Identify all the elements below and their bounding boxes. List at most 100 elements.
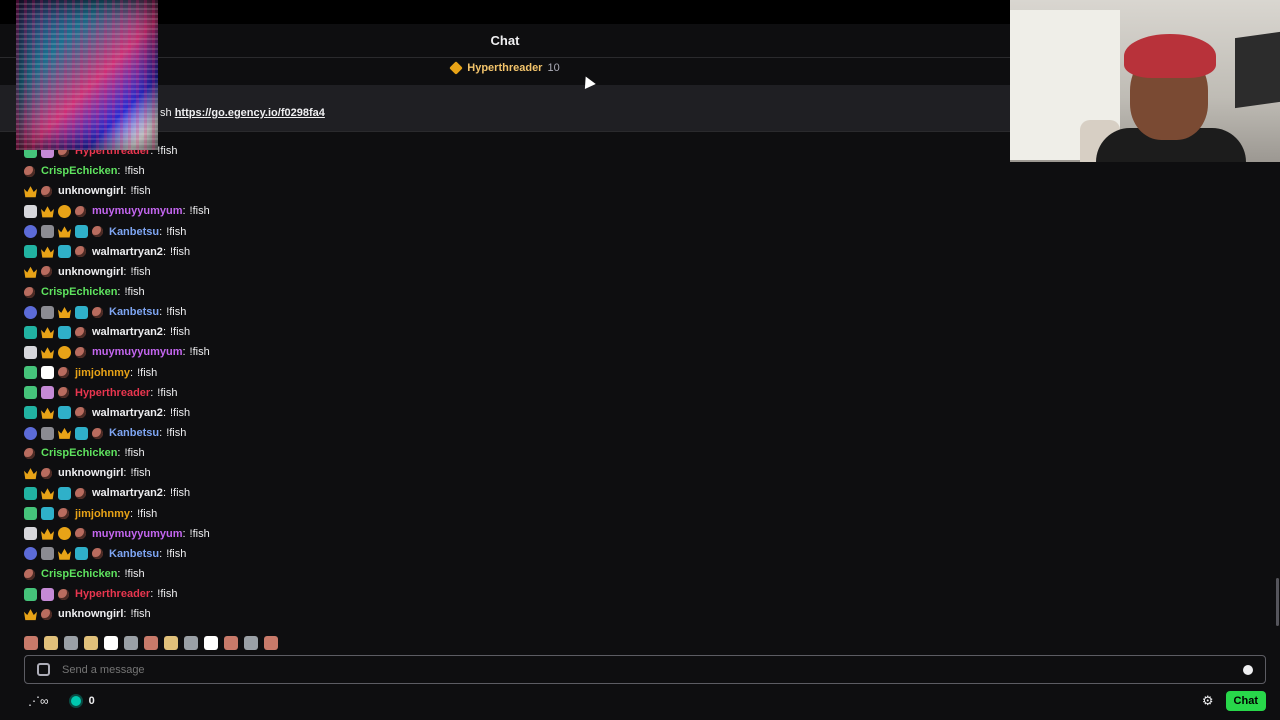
- sub-teal-badge-icon[interactable]: [24, 406, 37, 420]
- crown-badge-icon[interactable]: [58, 226, 71, 238]
- message-username[interactable]: muymuyyumyum: [92, 346, 182, 358]
- chat-message[interactable]: CrispEchicken: !fish: [24, 564, 1004, 584]
- green-badge-icon[interactable]: [24, 366, 37, 380]
- sparkle-badge-icon[interactable]: [58, 245, 71, 259]
- gift-badge-icon[interactable]: [41, 587, 54, 601]
- cat-badge-icon[interactable]: [24, 204, 37, 218]
- chat-message[interactable]: walmartryan2: !fish: [24, 242, 1004, 262]
- chat-message[interactable]: unknowngirl: !fish: [24, 181, 1004, 201]
- chat-message[interactable]: muymuyyumyum: !fish: [24, 201, 1004, 221]
- message-username[interactable]: CrispEchicken: [41, 286, 117, 298]
- message-username[interactable]: walmartryan2: [92, 487, 163, 499]
- chat-send-button[interactable]: Chat: [1225, 691, 1266, 711]
- message-username[interactable]: CrispEchicken: [41, 165, 117, 177]
- crown-badge-icon[interactable]: [58, 548, 71, 560]
- chat-message[interactable]: walmartryan2: !fish: [24, 483, 1004, 503]
- chat-input-box[interactable]: [24, 655, 1266, 684]
- crown-badge-icon[interactable]: [41, 327, 54, 339]
- chat-message[interactable]: Kanbetsu: !fish: [24, 423, 1004, 443]
- cat-badge-icon[interactable]: [24, 527, 37, 541]
- chat-message[interactable]: unknowngirl: !fish: [24, 262, 1004, 282]
- channel-points-icon[interactable]: [70, 696, 81, 706]
- message-username[interactable]: jimjohnmy: [75, 367, 130, 379]
- pinned-link[interactable]: https://go.egency.io/f0298fa4: [175, 107, 325, 119]
- chat-message[interactable]: jimjohnmy: !fish: [24, 363, 1004, 383]
- crown-badge-icon[interactable]: [24, 609, 37, 621]
- emote-icon[interactable]: [244, 636, 258, 650]
- crown-badge-icon[interactable]: [41, 347, 54, 359]
- chat-input[interactable]: [60, 662, 1243, 677]
- coin-badge-icon[interactable]: [58, 204, 71, 218]
- sparkle-badge-icon[interactable]: [75, 305, 88, 319]
- message-username[interactable]: Kanbetsu: [109, 226, 159, 238]
- sub-blue-badge-icon[interactable]: [24, 305, 37, 319]
- message-username[interactable]: Hyperthreader: [75, 387, 150, 399]
- sparkle-badge-icon[interactable]: [41, 507, 54, 521]
- gray-badge-icon[interactable]: [41, 305, 54, 319]
- green-badge-icon[interactable]: [24, 587, 37, 601]
- emote-icon[interactable]: [24, 636, 38, 650]
- emote-icon[interactable]: [184, 636, 198, 650]
- chat-message[interactable]: Kanbetsu: !fish: [24, 302, 1004, 322]
- gift-badge-icon[interactable]: [41, 386, 54, 400]
- gray-badge-icon[interactable]: [41, 547, 54, 561]
- sparkle-badge-icon[interactable]: [58, 325, 71, 339]
- emote-icon[interactable]: [44, 636, 58, 650]
- emote-icon[interactable]: [144, 636, 158, 650]
- message-username[interactable]: unknowngirl: [58, 467, 123, 479]
- crown-badge-icon[interactable]: [41, 407, 54, 419]
- crown-badge-icon[interactable]: [41, 246, 54, 258]
- chat-message[interactable]: walmartryan2: !fish: [24, 403, 1004, 423]
- chat-message[interactable]: walmartryan2: !fish: [24, 322, 1004, 342]
- message-username[interactable]: Kanbetsu: [109, 306, 159, 318]
- sub-teal-badge-icon[interactable]: [24, 325, 37, 339]
- emote-icon[interactable]: [104, 636, 118, 650]
- sparkle-badge-icon[interactable]: [75, 547, 88, 561]
- crown-badge-icon[interactable]: [58, 427, 71, 439]
- gray-badge-icon[interactable]: [41, 225, 54, 239]
- arrow-badge-icon[interactable]: [41, 366, 54, 380]
- bits-icon[interactable]: ⋰∞: [28, 694, 49, 708]
- chat-message-list[interactable]: Hyperthreader: !fish CrispEchicken: !fish un…: [24, 141, 1004, 624]
- crown-badge-icon[interactable]: [24, 186, 37, 198]
- emote-icon[interactable]: [224, 636, 238, 650]
- cat-badge-icon[interactable]: [24, 345, 37, 359]
- chat-message[interactable]: CrispEchicken: !fish: [24, 161, 1004, 181]
- emote-icon[interactable]: [84, 636, 98, 650]
- message-username[interactable]: jimjohnmy: [75, 508, 130, 520]
- message-username[interactable]: walmartryan2: [92, 407, 163, 419]
- sparkle-badge-icon[interactable]: [75, 426, 88, 440]
- green-badge-icon[interactable]: [24, 386, 37, 400]
- sparkle-badge-icon[interactable]: [75, 225, 88, 239]
- chat-message[interactable]: Hyperthreader: !fish: [24, 383, 1004, 403]
- crown-badge-icon[interactable]: [24, 266, 37, 278]
- message-username[interactable]: unknowngirl: [58, 608, 123, 620]
- crown-badge-icon[interactable]: [41, 528, 54, 540]
- chat-message[interactable]: Kanbetsu: !fish: [24, 222, 1004, 242]
- emote-icon[interactable]: [264, 636, 278, 650]
- chat-scrollbar[interactable]: [1276, 578, 1279, 626]
- message-username[interactable]: CrispEchicken: [41, 568, 117, 580]
- sparkle-badge-icon[interactable]: [58, 406, 71, 420]
- message-username[interactable]: CrispEchicken: [41, 447, 117, 459]
- message-username[interactable]: walmartryan2: [92, 246, 163, 258]
- chat-message[interactable]: CrispEchicken: !fish: [24, 282, 1004, 302]
- sub-blue-badge-icon[interactable]: [24, 547, 37, 561]
- message-username[interactable]: Kanbetsu: [109, 548, 159, 560]
- message-username[interactable]: unknowngirl: [58, 266, 123, 278]
- chat-message[interactable]: muymuyyumyum: !fish: [24, 524, 1004, 544]
- emote-strip[interactable]: [24, 634, 278, 652]
- sparkle-badge-icon[interactable]: [58, 486, 71, 500]
- chat-message[interactable]: Hyperthreader: !fish: [24, 141, 1004, 161]
- sub-blue-badge-icon[interactable]: [24, 426, 37, 440]
- gray-badge-icon[interactable]: [41, 426, 54, 440]
- message-username[interactable]: Kanbetsu: [109, 427, 159, 439]
- green-badge-icon[interactable]: [24, 507, 37, 521]
- sub-blue-badge-icon[interactable]: [24, 225, 37, 239]
- message-username[interactable]: Hyperthreader: [75, 588, 150, 600]
- sub-teal-badge-icon[interactable]: [24, 486, 37, 500]
- chat-message[interactable]: unknowngirl: !fish: [24, 463, 1004, 483]
- crown-badge-icon[interactable]: [24, 468, 37, 480]
- sub-teal-badge-icon[interactable]: [24, 245, 37, 259]
- chat-message[interactable]: Kanbetsu: !fish: [24, 544, 1004, 564]
